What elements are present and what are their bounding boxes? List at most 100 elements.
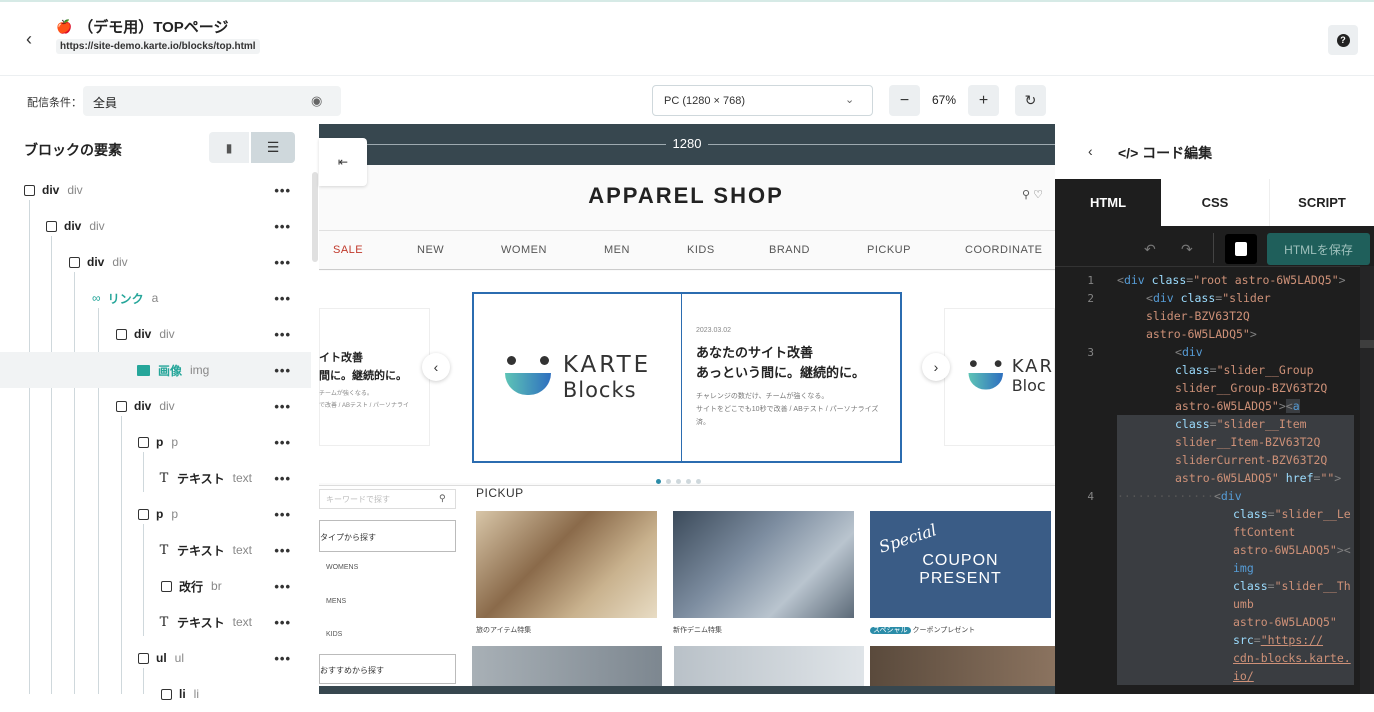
code-scrollbar[interactable]	[1360, 266, 1374, 694]
device-select[interactable]: PC (1280 × 768)	[652, 85, 873, 116]
more-icon[interactable]: •••	[274, 255, 291, 270]
redo-icon[interactable]: ↷	[1181, 241, 1193, 258]
code-line: <div class="root astro-6W5LADQ5">	[1117, 273, 1346, 287]
line-number: 1	[1087, 274, 1094, 287]
tree-row-tag: img	[190, 363, 210, 377]
more-icon[interactable]: •••	[274, 183, 291, 198]
travel-items-image[interactable]	[476, 511, 657, 618]
side-item-kids[interactable]: KIDS	[326, 631, 342, 638]
slider-dot[interactable]	[676, 479, 681, 484]
tree-row[interactable]: ∞ リンク a •••	[0, 280, 311, 316]
code-line: <div class="slider	[1146, 291, 1271, 305]
tree-row[interactable]: ul ul •••	[0, 640, 311, 676]
more-icon[interactable]: •••	[274, 363, 291, 378]
denim-image[interactable]	[673, 511, 854, 618]
apple-icon: 🍎	[56, 18, 73, 34]
slide-body-3: 済。	[696, 419, 710, 426]
more-icon[interactable]: •••	[274, 579, 291, 594]
tree-row-tag: div	[112, 255, 128, 269]
more-icon[interactable]: •••	[274, 291, 291, 306]
condition-field[interactable]: 全員	[83, 86, 341, 116]
list-icon: ☰	[266, 139, 280, 155]
eye-icon[interactable]: ◉	[311, 93, 327, 109]
nav-women[interactable]: WOMEN	[501, 244, 547, 256]
tree-row[interactable]: div div •••	[0, 208, 311, 244]
more-icon[interactable]: •••	[274, 471, 291, 486]
more-icon[interactable]: •••	[274, 399, 291, 414]
nav-men[interactable]: MEN	[604, 244, 630, 256]
code-line: cdn-blocks.karte.	[1117, 649, 1354, 667]
slider-dot[interactable]	[656, 479, 661, 484]
tree-row-name: 改行	[179, 579, 204, 594]
tree-row[interactable]: div div •••	[0, 172, 311, 208]
tab-css[interactable]: CSS	[1161, 179, 1269, 226]
help-button[interactable]: ?	[1328, 25, 1358, 55]
tree-row-name: p	[156, 435, 164, 449]
type-filter[interactable]: タイプから探す	[319, 520, 456, 552]
image-icon	[137, 364, 150, 376]
nav-new[interactable]: NEW	[417, 244, 444, 256]
next-slide[interactable]: KAR Bloc	[944, 308, 1055, 446]
tree-row-tag: p	[171, 507, 179, 521]
collapse-panel-button[interactable]: ⇤	[319, 138, 367, 186]
tree-row[interactable]: 改行 br •••	[0, 568, 311, 604]
zoom-in-button[interactable]: +	[968, 85, 999, 116]
special-badge: スペシャル	[870, 627, 911, 634]
refresh-button[interactable]: ↻	[1015, 85, 1046, 116]
more-icon[interactable]: •••	[274, 435, 291, 450]
keyword-search-input[interactable]: キーワードで探す	[319, 489, 456, 509]
tree-row[interactable]: p p •••	[0, 496, 311, 532]
more-icon[interactable]: •••	[274, 507, 291, 522]
tree-scrollbar[interactable]	[312, 172, 318, 262]
tree-row[interactable]: T テキスト text •••	[0, 460, 311, 496]
tree-row[interactable]: div div •••	[0, 316, 311, 352]
tree-row[interactable]: p p •••	[0, 424, 311, 460]
tree-row-name: テキスト	[177, 615, 225, 630]
slider-dot[interactable]	[686, 479, 691, 484]
save-html-button[interactable]: HTMLを保存	[1267, 233, 1370, 265]
code-scrollbar-thumb[interactable]	[1360, 340, 1374, 348]
command-palette-button[interactable]	[1225, 234, 1257, 264]
tree-row-selected[interactable]: 画像 img •••	[0, 352, 311, 388]
more-icon[interactable]: •••	[274, 651, 291, 666]
nav-pickup[interactable]: PICKUP	[867, 244, 911, 256]
undo-icon[interactable]: ↶	[1144, 241, 1156, 258]
code-line: class="slider__Le	[1117, 505, 1354, 523]
nav-kids[interactable]: KIDS	[687, 244, 715, 256]
side-item-womens[interactable]: WOMENS	[326, 564, 358, 571]
tree-row[interactable]: div div •••	[0, 244, 311, 280]
element-icon	[161, 580, 172, 592]
tab-html[interactable]: HTML	[1055, 179, 1161, 226]
nav-sale[interactable]: SALE	[333, 244, 363, 256]
slider-dot[interactable]	[696, 479, 701, 484]
tree-row-name: div	[134, 327, 152, 341]
more-icon[interactable]: •••	[274, 615, 291, 630]
page-title: （デモ用）TOPページ	[78, 19, 229, 36]
more-icon[interactable]: •••	[274, 543, 291, 558]
tree-row[interactable]: li li	[0, 676, 311, 712]
coupon-image[interactable]: Special COUPON PRESENT	[870, 511, 1051, 618]
more-icon[interactable]: •••	[274, 219, 291, 234]
tree-row[interactable]: div div •••	[0, 388, 311, 424]
back-button[interactable]: ‹	[18, 28, 40, 50]
tree-row[interactable]: T テキスト text •••	[0, 604, 311, 640]
chevron-left-icon[interactable]: ‹	[1088, 143, 1093, 159]
zoom-out-button[interactable]: −	[889, 85, 920, 116]
side-item-mens[interactable]: MENS	[326, 598, 346, 605]
tree-row-name: テキスト	[177, 543, 225, 558]
list-view-button[interactable]: ☰	[251, 132, 295, 163]
nav-brand[interactable]: BRAND	[769, 244, 810, 256]
recommend-filter[interactable]: おすすめから探す	[319, 654, 456, 684]
tree-row[interactable]: T テキスト text •••	[0, 532, 311, 568]
tree-row-name: div	[87, 255, 105, 269]
user-heart-icons: ⚲ ♡	[1022, 189, 1043, 201]
nav-coordinate[interactable]: COORDINATE	[965, 244, 1043, 256]
tree-row-tag: div	[159, 327, 175, 341]
more-icon[interactable]: •••	[274, 327, 291, 342]
slider-prev-button[interactable]: ‹	[422, 353, 450, 381]
tab-script[interactable]: SCRIPT	[1269, 179, 1374, 226]
chevron-left-icon: ‹	[433, 359, 439, 375]
slider-dot[interactable]	[666, 479, 671, 484]
slider-next-button[interactable]: ›	[922, 353, 950, 381]
bookmark-view-button[interactable]: ▮	[209, 132, 249, 163]
